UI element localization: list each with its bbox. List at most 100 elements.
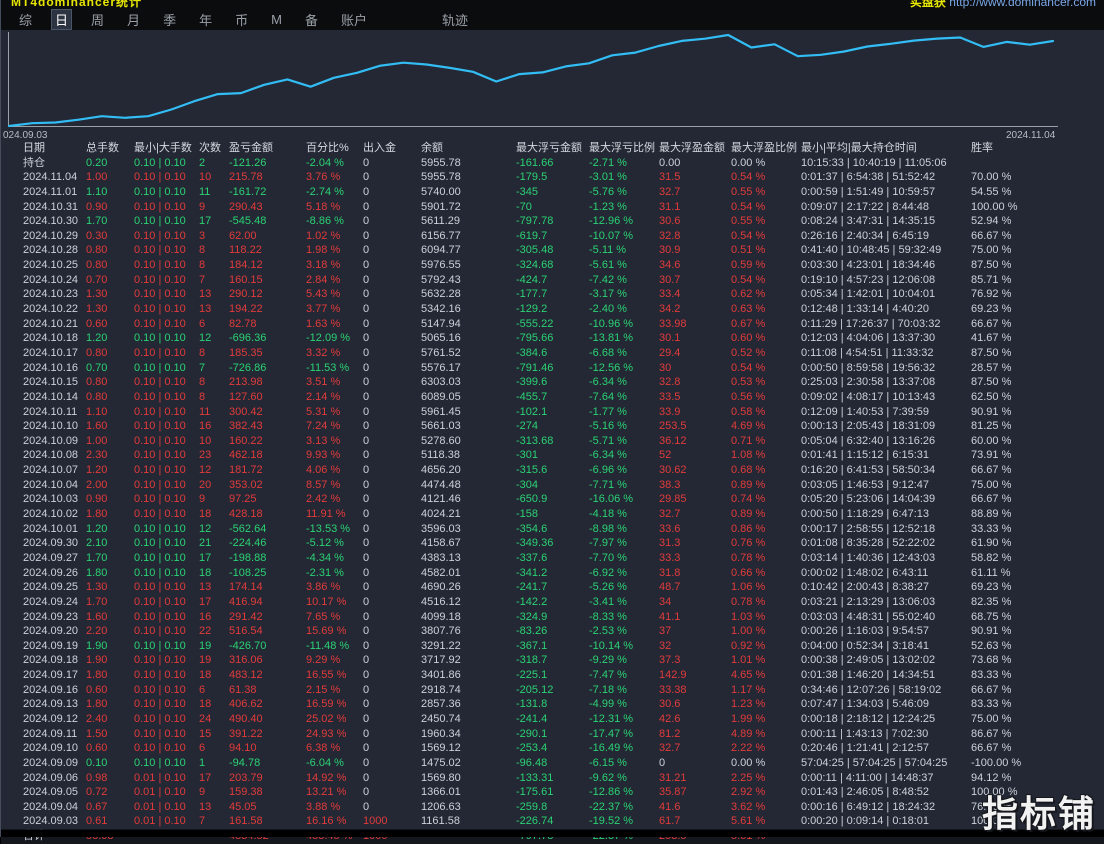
cell-inout: 0 [363,625,370,638]
menu-tab-年[interactable]: 年 [195,9,216,30]
cell-date: 2024.09.19 [23,639,79,652]
cell-minmax: 0.10 | 0.10 [134,171,186,184]
cell-pnl: -726.86 [229,361,267,374]
cell-inout: 0 [363,185,370,198]
cell-pnl: -121.26 [229,156,267,169]
table-row: 2024.10.08 2.30 0.10 | 0.10 23 462.18 9.93 % 0… [1,448,1104,463]
cell-maxfloatlosspct: -12.31 % [589,712,634,725]
cell-date: 2024.10.09 [23,434,79,447]
cell-minmax: 0.10 | 0.10 [134,259,186,272]
menu-tab-综[interactable]: 综 [15,9,36,30]
cell-holdtimes: 0:05:34 | 1:42:01 | 10:04:01 [801,288,936,301]
cell-balance: 5901.72 [421,200,461,213]
cell-minmax: 0.01 | 0.10 [134,786,186,799]
cell-maxfloatloss: -424.7 [516,273,548,286]
cell-holdtimes: 0:11:08 | 4:54:51 | 11:33:32 [801,346,934,359]
cell-balance: 5632.28 [421,288,461,301]
cell-minmax: 0.10 | 0.10 [134,303,186,316]
cell-maxfloatloss: -318.7 [516,654,548,667]
menu-tab-M[interactable]: M [267,11,286,28]
cell-maxfloatlosspct: -3.01 % [589,171,627,184]
cell-minmax: 0.10 | 0.10 [134,390,186,403]
cell-maxfloatprofitpct: 0.55 % [731,215,766,228]
menu-tab-轨迹[interactable]: 轨迹 [438,9,472,30]
right-watermark-label: 实盘获 [909,0,946,9]
cell-count: 16 [199,420,212,433]
cell-winrate: 100.00 % [971,200,1018,213]
cell-holdtimes: 0:00:26 | 1:16:03 | 9:54:57 [801,625,930,638]
cell-lots: 0.20 [86,156,108,169]
cell-winrate: 68.75 % [971,610,1012,623]
cell-inout: 0 [363,508,370,521]
menu-tab-备[interactable]: 备 [301,9,322,30]
cell-balance: 3596.03 [421,522,461,535]
menu-tab-月[interactable]: 月 [123,9,144,30]
table-row: 2024.10.09 1.00 0.10 | 0.10 10 160.22 3.13 % 0… [1,434,1104,449]
cell-pnl: -108.25 [229,566,267,579]
cell-lots: 0.70 [86,273,108,286]
watermark-link[interactable]: http://www.dominancer.com [949,0,1096,9]
cell-lots: 1.30 [86,288,108,301]
cell-holdtimes: 0:03:21 | 2:13:29 | 13:06:03 [801,595,936,608]
daily-stats-table: 日期 总手数 最小|大手数 次数 盈亏金额 百分比% 出入金 余额 最大浮亏金额 最大浮亏比例 最大… [1,141,1104,844]
cell-holdtimes: 0:00:50 | 1:18:29 | 6:47:13 [801,508,930,521]
cell-maxfloatloss: -795.66 [516,332,554,345]
cell-winrate: 66.67 % [971,742,1012,755]
cell-maxfloatprofitpct: 4.89 % [731,727,766,740]
cell-maxfloatloss: -650.9 [516,493,548,506]
cell-winrate: 87.50 % [971,346,1012,359]
cell-maxfloatlosspct: -22.37 % [589,800,634,813]
cell-maxfloatloss: -315.6 [516,464,548,477]
cell-maxfloatprofit: 33.6 [659,522,681,535]
table-header-row: 日期 总手数 最小|大手数 次数 盈亏金额 百分比% 出入金 余额 最大浮亏金额 最大浮亏比例 最大… [1,141,1104,156]
cell-maxfloatprofit: 38.3 [659,478,681,491]
menu-tab-日[interactable]: 日 [51,9,73,30]
menu-tab-周[interactable]: 周 [87,9,108,30]
cell-maxfloatprofit: 81.2 [659,727,681,740]
cell-inout: 0 [363,244,370,257]
cell-inout: 0 [363,346,370,359]
cell-winrate: 41.67 % [971,332,1012,345]
cell-maxfloatprofit: 61.7 [659,815,681,828]
cell-balance: 5740.00 [421,185,461,198]
col-header-maxfloatloss: 最大浮亏金额 [516,142,582,154]
right-watermark: 实盘获 http://www.dominancer.com [910,0,1096,10]
table-row: 2024.09.11 1.50 0.10 | 0.10 15 391.22 24.93 %… [1,727,1104,742]
cell-pct: -12.09 % [306,332,351,345]
cell-count: 13 [199,800,212,813]
cell-holdtimes: 0:00:11 | 4:11:00 | 14:48:37 [801,771,934,784]
cell-count: 6 [199,683,206,696]
cell-lots: 1.20 [86,464,108,477]
cell-lots: 0.80 [86,259,108,272]
cell-winrate: 75.00 % [971,244,1012,257]
cell-lots: 1.70 [86,551,108,564]
cell-holdtimes: 0:41:40 | 10:48:45 | 59:32:49 [801,244,942,257]
cell-date: 2024.09.20 [23,625,79,638]
cell-date: 2024.09.18 [23,654,79,667]
cell-holdtimes: 0:16:20 | 6:41:53 | 58:50:34 [801,464,936,477]
menu-tab-账户[interactable]: 账户 [337,9,371,30]
cell-date: 2024.09.24 [23,595,79,608]
menu-tab-币[interactable]: 币 [231,9,252,30]
cell-pnl: -545.48 [229,215,267,228]
cell-maxfloatlosspct: -10.96 % [589,317,634,330]
cell-winrate: 66.67 % [971,229,1012,242]
cell-date: 2024.09.03 [23,815,79,828]
cell-balance: 1366.01 [421,786,461,799]
period-tab-bar: 综日周月季年币 M 备账户 轨迹 [15,9,472,30]
cell-minmax: 0.10 | 0.10 [134,493,186,506]
cell-maxfloatprofit: 30.7 [659,273,681,286]
cell-count: 13 [199,303,212,316]
cell-count: 21 [199,537,212,550]
cell-maxfloatprofit: 34.2 [659,303,681,316]
cell-holdtimes: 0:01:43 | 2:46:05 | 8:48:52 [801,786,930,799]
cell-inout: 0 [363,683,370,696]
cell-winrate: 28.57 % [971,361,1012,374]
cell-maxfloatprofitpct: 1.17 % [731,683,766,696]
col-header-inout: 出入金 [363,142,396,154]
cell-minmax: 0.10 | 0.10 [134,288,186,301]
cell-maxfloatprofit: 29.4 [659,346,681,359]
menu-tab-季[interactable]: 季 [159,9,180,30]
cell-maxfloatprofitpct: 2.22 % [731,742,766,755]
cell-pct: -5.12 % [306,537,344,550]
